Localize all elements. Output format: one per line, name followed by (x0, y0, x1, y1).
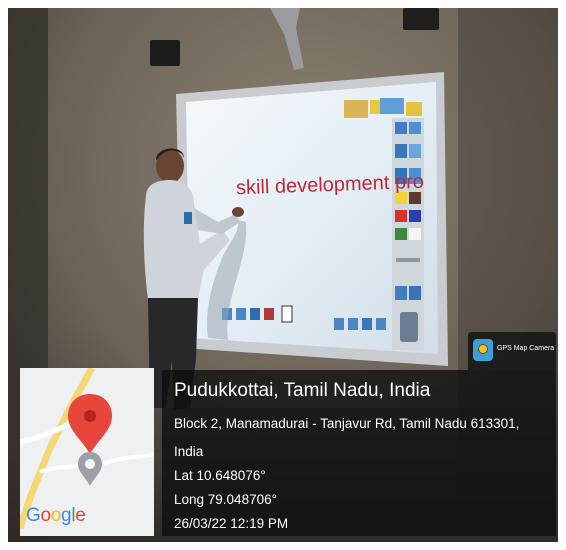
presenter-lanyard-badge (184, 212, 192, 224)
photo-frame: skill development pro GPS Map Camera Goo… (8, 8, 558, 542)
google-logo-letter: o (50, 505, 62, 526)
google-logo-letter: o (40, 505, 51, 526)
bottom-tool-7 (362, 318, 372, 330)
bottom-tool-5 (334, 318, 344, 330)
bottom-page-indicator (281, 305, 293, 323)
color-swatch-blue (409, 210, 421, 222)
tool-3 (395, 144, 407, 158)
address-line-2: India (174, 444, 204, 459)
google-logo-letter: g (61, 505, 72, 526)
tool-7 (395, 286, 407, 300)
board-top-icon-4 (406, 102, 422, 116)
tool-8 (409, 286, 421, 300)
address-line-1: Block 2, Manamadurai - Tanjavur Rd, Tami… (174, 416, 520, 431)
color-swatch-green (395, 228, 407, 240)
bottom-tool-4 (264, 308, 274, 320)
bottom-tool-6 (348, 318, 358, 330)
location-info-panel: Pudukkottai, Tamil Nadu, India Block 2, … (162, 370, 556, 536)
speaker-left (150, 40, 180, 66)
board-top-icon-3 (380, 98, 404, 114)
place-title: Pudukkottai, Tamil Nadu, India (174, 380, 431, 401)
latitude-text: Lat 10.648076° (174, 468, 266, 483)
map-thumbnail: Google (20, 368, 154, 536)
bottom-tool-2 (236, 308, 246, 320)
tool-2 (409, 122, 421, 134)
board-top-icon-1 (344, 100, 368, 118)
google-logo: Google (26, 505, 86, 527)
bottom-tool-8 (376, 318, 386, 330)
bottom-tool-3 (250, 308, 260, 320)
gps-map-camera-badge: GPS Map Camera (468, 332, 556, 370)
tool-1 (395, 122, 407, 134)
color-swatch-white (409, 228, 421, 240)
tool-4 (409, 144, 421, 158)
speaker-right (403, 8, 439, 30)
tool-9 (400, 312, 418, 342)
presenter-hand (232, 207, 244, 217)
google-logo-letter: e (75, 505, 86, 526)
gps-camera-logo-icon (473, 339, 493, 361)
color-swatch-red (395, 210, 407, 222)
longitude-text: Long 79.048706° (174, 492, 277, 507)
google-logo-letter: G (26, 505, 41, 526)
gps-badge-label: GPS Map Camera (497, 345, 555, 352)
datetime-text: 26/03/22 12:19 PM (174, 516, 289, 531)
tool-slider (396, 258, 420, 262)
